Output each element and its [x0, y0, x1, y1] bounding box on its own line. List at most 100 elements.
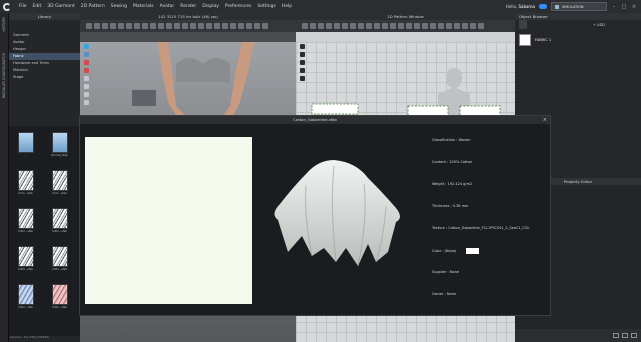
toolbar-icon[interactable] [446, 23, 452, 29]
2d-tool-icon[interactable] [300, 52, 305, 57]
toolbar-icon[interactable] [462, 23, 468, 29]
toolbar-icon[interactable] [470, 23, 476, 29]
toolbar-icon[interactable] [262, 23, 268, 29]
library-thumb[interactable]: Ch'lo...sfab [49, 170, 70, 196]
view-tool-icon[interactable] [84, 52, 89, 57]
view-mode-icon[interactable] [613, 333, 619, 338]
toolbar-icon[interactable] [310, 23, 316, 29]
toolbar-icon[interactable] [390, 23, 396, 29]
toolbar-icon[interactable] [454, 23, 460, 29]
toolbar-icon[interactable] [350, 23, 356, 29]
toolbar-icon[interactable] [374, 23, 380, 29]
menu-edit[interactable]: Edit [33, 4, 42, 9]
library-thumb[interactable]: Ch'lo...sfab [15, 170, 36, 196]
cloud-icon[interactable] [539, 4, 547, 9]
toolbar-icon[interactable] [438, 23, 444, 29]
toolbar-icon[interactable] [158, 23, 164, 29]
toolbar-icon[interactable] [254, 23, 260, 29]
user-name[interactable]: Sabarna [518, 4, 535, 9]
view-tool-icon[interactable] [84, 68, 89, 73]
2d-tool-icon[interactable] [300, 44, 305, 49]
library-thumb[interactable]: .. [15, 132, 36, 158]
library-thumb[interactable]: Cotto...sfab [49, 284, 70, 310]
library-thumb[interactable]: Normal_Map [49, 132, 70, 158]
library-thumb[interactable]: Cotto...sfab [15, 284, 36, 310]
toolbar-icon[interactable] [182, 23, 188, 29]
view-tool-icon[interactable] [84, 92, 89, 97]
toolbar-icon[interactable] [366, 23, 372, 29]
pattern-piece[interactable] [311, 103, 359, 115]
toolbar-icon[interactable] [318, 23, 324, 29]
toolbar-icon[interactable] [382, 23, 388, 29]
library-thumb[interactable]: Cotto...sfab [15, 246, 36, 272]
menu-settings[interactable]: Settings [257, 4, 275, 9]
toolbar-icon[interactable] [94, 23, 100, 29]
toolbar-icon[interactable] [478, 23, 484, 29]
toolbar-icon[interactable] [222, 23, 228, 29]
2d-tool-icon[interactable] [300, 68, 305, 73]
toolbar-icon[interactable] [326, 23, 332, 29]
toolbar-icon[interactable] [334, 23, 340, 29]
2d-tool-icon[interactable] [300, 60, 305, 65]
library-thumb[interactable]: Cotto...sfab [49, 246, 70, 272]
menu-3d-garment[interactable]: 3D Garment [47, 4, 75, 9]
toolbar-icon[interactable] [134, 23, 140, 29]
2d-tool-icon[interactable] [300, 76, 305, 81]
library-item-hardware[interactable]: Hardware and Trims [9, 60, 80, 67]
toolbar-icon[interactable] [118, 23, 124, 29]
toolbar-icon[interactable] [174, 23, 180, 29]
view-tool-icon[interactable] [84, 76, 89, 81]
toolbar-icon[interactable] [398, 23, 404, 29]
menu-sewing[interactable]: Sewing [111, 4, 127, 9]
history-tab[interactable]: HISTORY [2, 17, 6, 32]
view-tool-icon[interactable] [84, 84, 89, 89]
toolbar-icon[interactable] [206, 23, 212, 29]
library-item-stage[interactable]: Stage [9, 74, 80, 81]
toolbar-icon[interactable] [86, 23, 92, 29]
toolbar-icon[interactable] [342, 23, 348, 29]
minimize-icon[interactable]: – [611, 4, 617, 10]
add-fabric-button[interactable]: + ADD [593, 23, 605, 27]
menu-2d-pattern[interactable]: 2D Pattern [81, 4, 105, 9]
toolbar-icon[interactable] [414, 23, 420, 29]
toolbar-icon[interactable] [358, 23, 364, 29]
view-mode-icon[interactable] [622, 333, 628, 338]
fabric-tab-icon[interactable] [519, 20, 527, 29]
view-tool-icon[interactable] [84, 44, 89, 49]
close-icon[interactable]: × [631, 4, 637, 10]
menu-file[interactable]: File [19, 4, 27, 9]
toolbar-icon[interactable] [150, 23, 156, 29]
toolbar-icon[interactable] [246, 23, 252, 29]
view-tool-icon[interactable] [84, 100, 89, 105]
toolbar-icon[interactable] [102, 23, 108, 29]
toolbar-icon[interactable] [198, 23, 204, 29]
menu-render[interactable]: Render [180, 4, 196, 9]
toolbar-icon[interactable] [214, 23, 220, 29]
fabric-list-item[interactable]: FABRIC 1 [519, 33, 637, 47]
view-mode-icon[interactable] [631, 333, 637, 338]
toolbar-icon[interactable] [166, 23, 172, 29]
menu-preferences[interactable]: Preferences [225, 4, 251, 9]
library-item-hanger[interactable]: Hanger [9, 46, 80, 53]
simulation-button[interactable]: SIMULATION [551, 2, 607, 11]
maximize-icon[interactable]: □ [621, 4, 627, 10]
library-thumb[interactable]: Cotto...sfab [49, 208, 70, 234]
toolbar-icon[interactable] [126, 23, 132, 29]
toolbar-icon[interactable] [110, 23, 116, 29]
toolbar-icon[interactable] [406, 23, 412, 29]
menu-display[interactable]: Display [202, 4, 219, 9]
library-item-garment[interactable]: Garment [9, 32, 80, 39]
toolbar-icon[interactable] [422, 23, 428, 29]
library-thumb[interactable]: Cotto...sfab [15, 208, 36, 234]
view-tool-icon[interactable] [84, 60, 89, 65]
menu-materials[interactable]: Materials [133, 4, 154, 9]
toolbar-icon[interactable] [430, 23, 436, 29]
toolbar-icon[interactable] [142, 23, 148, 29]
toolbar-icon[interactable] [302, 23, 308, 29]
toolbar-icon[interactable] [238, 23, 244, 29]
library-item-fabric[interactable]: Fabric [9, 53, 80, 60]
menu-help[interactable]: Help [282, 4, 292, 9]
menu-avatar[interactable]: Avatar [160, 4, 175, 9]
toolbar-icon[interactable] [190, 23, 196, 29]
toolbar-icon[interactable] [230, 23, 236, 29]
